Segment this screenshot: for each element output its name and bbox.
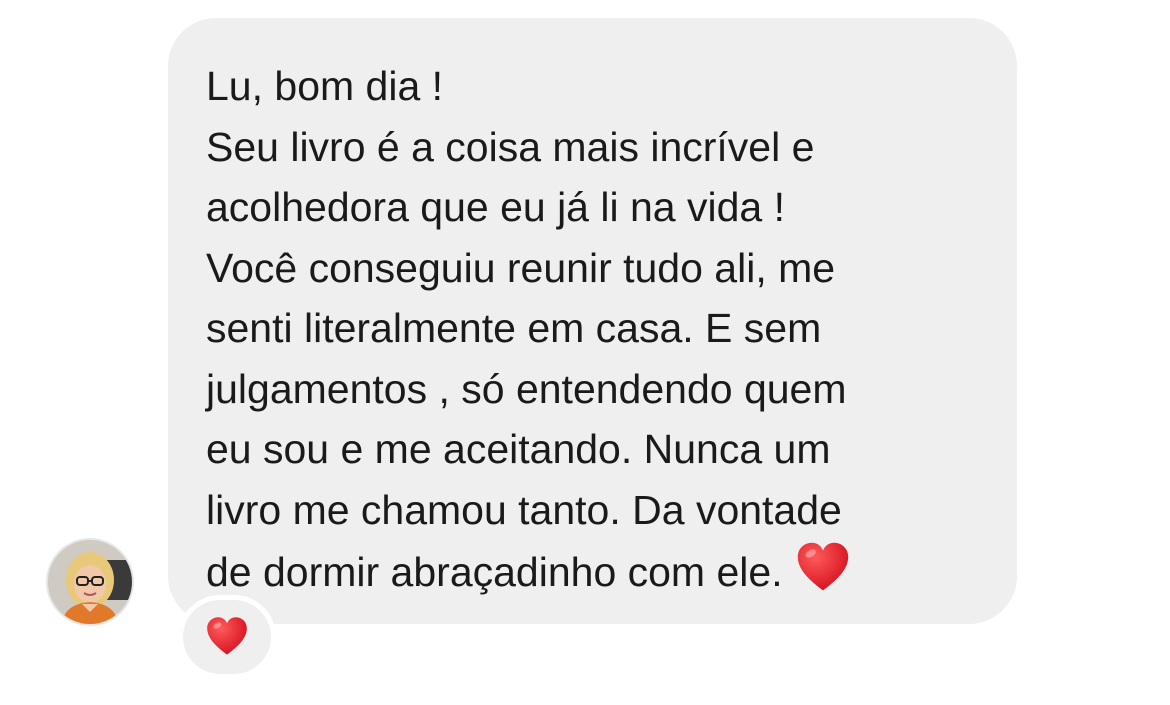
message-line: Lu, bom dia ! bbox=[206, 63, 444, 109]
message-line: Você conseguiu reunir tudo ali, me bbox=[206, 244, 836, 291]
message-last-line: de dormir abraçadinho com ele. bbox=[206, 540, 987, 603]
message-line: de dormir abraçadinho com ele. bbox=[206, 549, 783, 595]
chat-thread: Lu, bom dia ! Seu livro é a coisa mais i… bbox=[0, 0, 1170, 705]
message-line: livro me chamou tanto. Da vontade bbox=[206, 486, 842, 533]
message-line: Seu livro é a coisa mais incrível e bbox=[206, 123, 815, 170]
message-line: acolhedora que eu já li na vida ! bbox=[206, 184, 785, 230]
reaction-badge[interactable] bbox=[183, 600, 271, 674]
avatar[interactable] bbox=[48, 540, 132, 624]
profile-photo-image bbox=[48, 540, 132, 624]
message-line: julgamentos , só entendendo quem bbox=[206, 365, 847, 412]
message-line: senti literalmente em casa. E sem bbox=[206, 305, 822, 351]
red-heart-icon bbox=[797, 542, 848, 591]
message-bubble[interactable]: Lu, bom dia ! Seu livro é a coisa mais i… bbox=[168, 18, 1017, 624]
red-heart-icon bbox=[207, 617, 247, 655]
message-line: eu sou e me aceitando. Nunca um bbox=[206, 426, 831, 472]
